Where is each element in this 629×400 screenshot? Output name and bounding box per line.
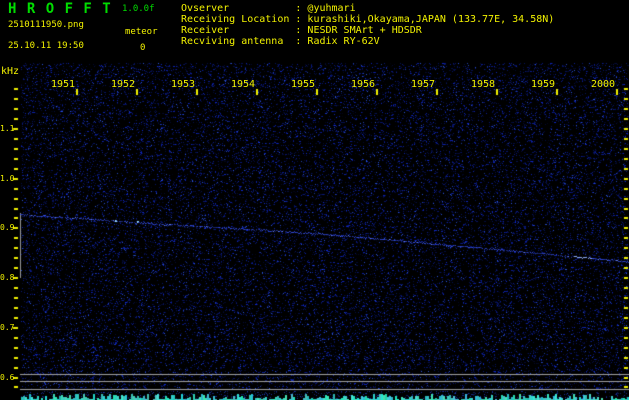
freq-tick-label: 0.7	[0, 322, 15, 332]
time-tick-label: 2000	[591, 79, 616, 90]
app-version: 1.0.0f	[122, 4, 155, 14]
freq-axis-unit-label: kHz	[1, 66, 20, 77]
time-tick-label: 1957	[411, 79, 436, 90]
time-tick-label: 1953	[171, 79, 196, 90]
station-info-row: Ovserver : @yuhmari	[181, 3, 356, 14]
time-tick-label: 1952	[111, 79, 136, 90]
station-info-block: Ovserver : @yuhmari Receiving Location : …	[181, 3, 621, 51]
time-tick-label: 1956	[351, 79, 376, 90]
observation-mode-label: meteor	[125, 27, 158, 37]
freq-tick-label: 0.8	[0, 273, 15, 283]
echo-count: 0	[140, 43, 146, 53]
station-info-row: Receiving Location : kurashiki,Okayama,J…	[181, 14, 555, 25]
app-title: H R O F F T	[8, 1, 112, 17]
spectrogram-canvas	[0, 0, 629, 400]
time-tick-label: 1958	[471, 79, 496, 90]
time-tick-label: 1955	[291, 79, 316, 90]
freq-tick-label: 0.9	[0, 223, 15, 233]
observation-datetime: 25.10.11 19:50	[8, 41, 84, 51]
hrofft-output-screen: H R O F F T 1.0.0f 2510111950.png meteor…	[0, 0, 629, 400]
output-filename: 2510111950.png	[8, 20, 84, 30]
time-tick-label: 1954	[231, 79, 256, 90]
station-info-row: Receiver : NESDR SMArt + HDSDR	[181, 25, 422, 36]
freq-tick-label: 0.6	[0, 372, 15, 382]
time-tick-label: 1959	[531, 79, 556, 90]
station-info-row: Recviving antenna : Radix RY-62V	[181, 36, 380, 47]
time-tick-label: 1951	[51, 79, 76, 90]
freq-tick-label: 1.0	[0, 173, 15, 183]
freq-tick-label: 1.1	[0, 124, 15, 133]
